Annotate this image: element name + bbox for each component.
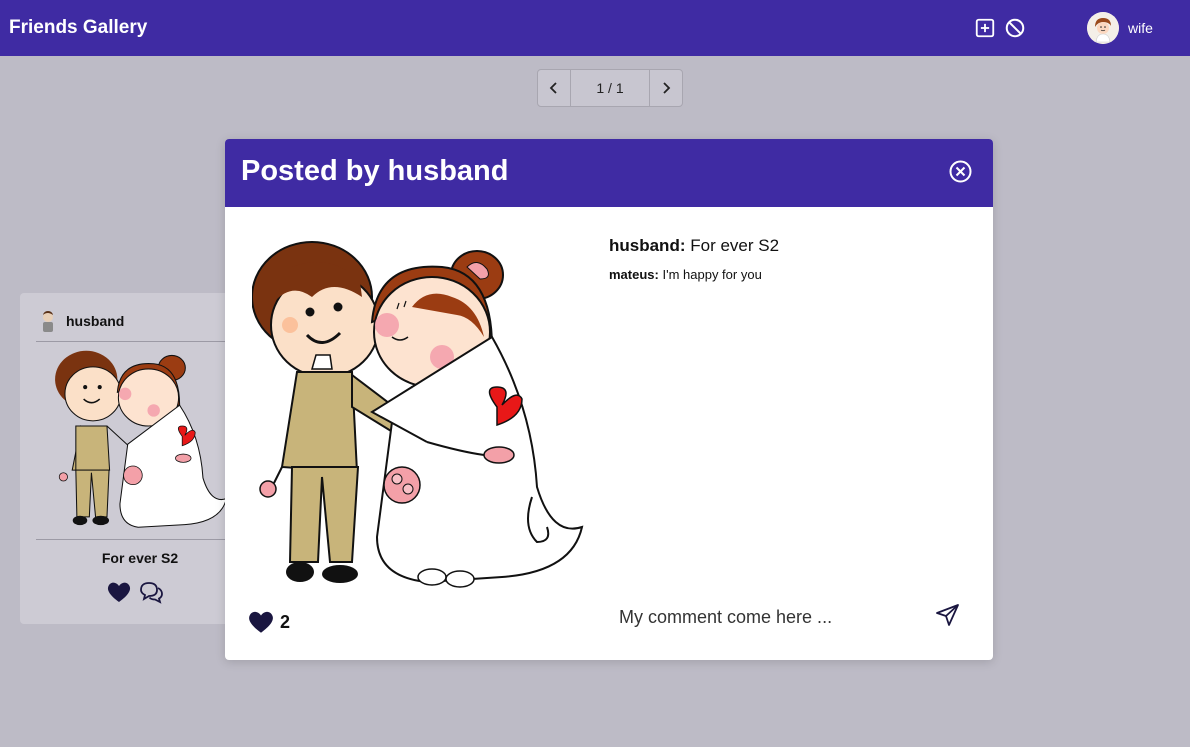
heart-icon[interactable] [247,609,275,635]
add-post-icon[interactable] [974,17,996,39]
user-avatar [1087,12,1119,44]
close-circle-icon[interactable] [948,159,973,184]
prev-page-button[interactable] [538,70,570,106]
page-indicator: 1 / 1 [570,70,650,106]
comment-list: husband: For ever S2 mateus: I'm happy f… [609,236,969,282]
gallery-card[interactable]: husband For ever S2 [20,293,260,624]
comment-input[interactable] [610,601,910,633]
comment-text: I'm happy for you [662,267,762,282]
username: wife [1128,20,1153,36]
card-caption: For ever S2 [101,550,179,566]
pagination: 1 / 1 [537,69,683,107]
card-actions [106,580,164,604]
like-row: 2 [247,609,290,635]
chevron-left-icon [549,82,557,94]
dialog-header: Posted by husband [225,139,993,207]
comment-author: husband: [609,236,686,255]
comment-author: mateus: [609,267,659,282]
comment-item: mateus: I'm happy for you [609,267,969,282]
ban-icon[interactable] [1004,17,1026,39]
send-icon[interactable] [935,602,963,630]
like-count: 2 [280,611,291,632]
chevron-right-icon [663,82,671,94]
card-header: husband [37,309,124,333]
card-avatar [37,309,59,333]
post-image [252,227,587,597]
top-app-bar: Friends Gallery wife [0,0,1190,56]
user-menu[interactable]: wife [1087,12,1153,44]
app-title: Friends Gallery [9,17,148,38]
comments-icon[interactable] [138,580,164,604]
comment-text: For ever S2 [690,236,780,255]
next-page-button[interactable] [650,70,682,106]
card-username: husband [66,313,125,329]
comment-item: husband: For ever S2 [609,236,969,256]
card-divider [36,539,246,540]
dialog-title: Posted by husband [241,155,509,187]
post-dialog: Posted by husband 2 husband: For ever S2… [225,139,993,660]
card-divider [36,341,246,342]
card-image[interactable] [38,343,246,535]
heart-icon[interactable] [106,580,132,604]
